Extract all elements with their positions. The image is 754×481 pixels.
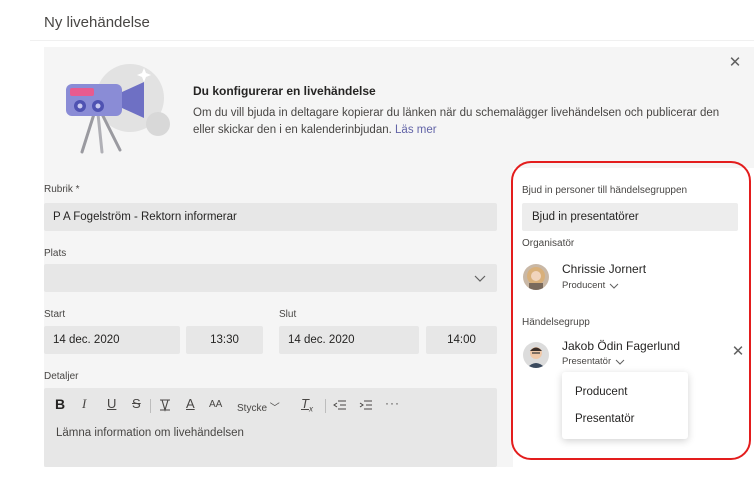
role-menu-item-presenter[interactable]: Presentatör [575,413,634,425]
banner-heading: Du konfigurerar en livehändelse [193,84,376,98]
start-time-picker[interactable]: 13:30 [186,326,263,354]
chevron-down-icon: ﹀ [269,403,280,414]
increase-indent-icon[interactable] [359,399,373,411]
title-input[interactable]: P A Fogelström - Rektorn informerar [44,203,497,231]
details-label: Detaljer [44,371,79,382]
role-menu-item-producer[interactable]: Producent [575,386,627,398]
role-menu: Producent Presentatör [562,372,688,439]
organizer-label: Organisatör [522,238,575,249]
title-label: Rubrik * [44,184,80,195]
start-label: Start [44,309,66,320]
clear-format-label: T [301,396,309,411]
details-editor[interactable]: B I U S A AA Stycke ﹀ Tx ··· Lämna infor… [44,388,497,467]
more-options-icon[interactable]: ··· [385,396,400,410]
banner-text: Om du vill bjuda in deltagare kopierar d… [193,105,723,139]
strikethrough-button[interactable]: S [132,396,141,411]
member-avatar [523,342,549,368]
event-group-label: Händelsegrupp [522,317,590,328]
chevron-down-icon [474,275,486,282]
invite-presenters-input[interactable]: Bjud in presentatörer [522,203,738,231]
italic-button[interactable]: I [82,396,86,412]
toolbar-divider [150,399,151,413]
chevron-down-icon [609,283,619,289]
end-label: Slut [279,309,297,320]
bold-button[interactable]: B [55,396,65,412]
font-size-button[interactable]: AA [209,399,222,410]
chevron-down-icon [615,359,625,365]
paragraph-style-label: Stycke [237,403,268,414]
banner-close-icon[interactable]: ✕ [728,55,742,70]
highlight-icon[interactable] [158,398,172,412]
paragraph-style-dropdown[interactable]: Stycke ﹀ [237,399,280,414]
toolbar-divider [325,399,326,413]
member-role: Presentatör [562,356,612,367]
invite-label: Bjud in personer till händelsegruppen [522,185,688,196]
remove-member-icon[interactable]: ✕ [731,344,745,359]
banner-description: Om du vill bjuda in deltagare kopierar d… [193,107,720,136]
video-camera-illustration [66,64,170,154]
details-placeholder: Lämna information om livehändelsen [56,427,244,439]
decrease-indent-icon[interactable] [333,399,347,411]
location-label: Plats [44,248,67,259]
member-name: Jakob Ödin Fagerlund [562,339,681,353]
clear-format-button[interactable]: Tx [301,396,313,414]
location-dropdown[interactable] [44,264,497,292]
start-date-picker[interactable]: 14 dec. 2020 [44,326,180,354]
organizer-avatar [523,264,549,290]
title-divider [30,40,754,41]
end-time-picker[interactable]: 14:00 [426,326,497,354]
member-role-dropdown[interactable]: Presentatör [562,356,625,367]
underline-button[interactable]: U [107,396,116,411]
end-date-picker[interactable]: 14 dec. 2020 [279,326,419,354]
organizer-name: Chrissie Jornert [562,262,647,276]
clear-format-sub: x [308,404,313,414]
learn-more-link[interactable]: Läs mer [395,124,437,136]
font-color-button[interactable]: A [186,396,195,411]
page-title: Ny livehändelse [44,14,150,31]
organizer-role-dropdown[interactable]: Producent [562,280,619,291]
organizer-role: Producent [562,280,606,291]
